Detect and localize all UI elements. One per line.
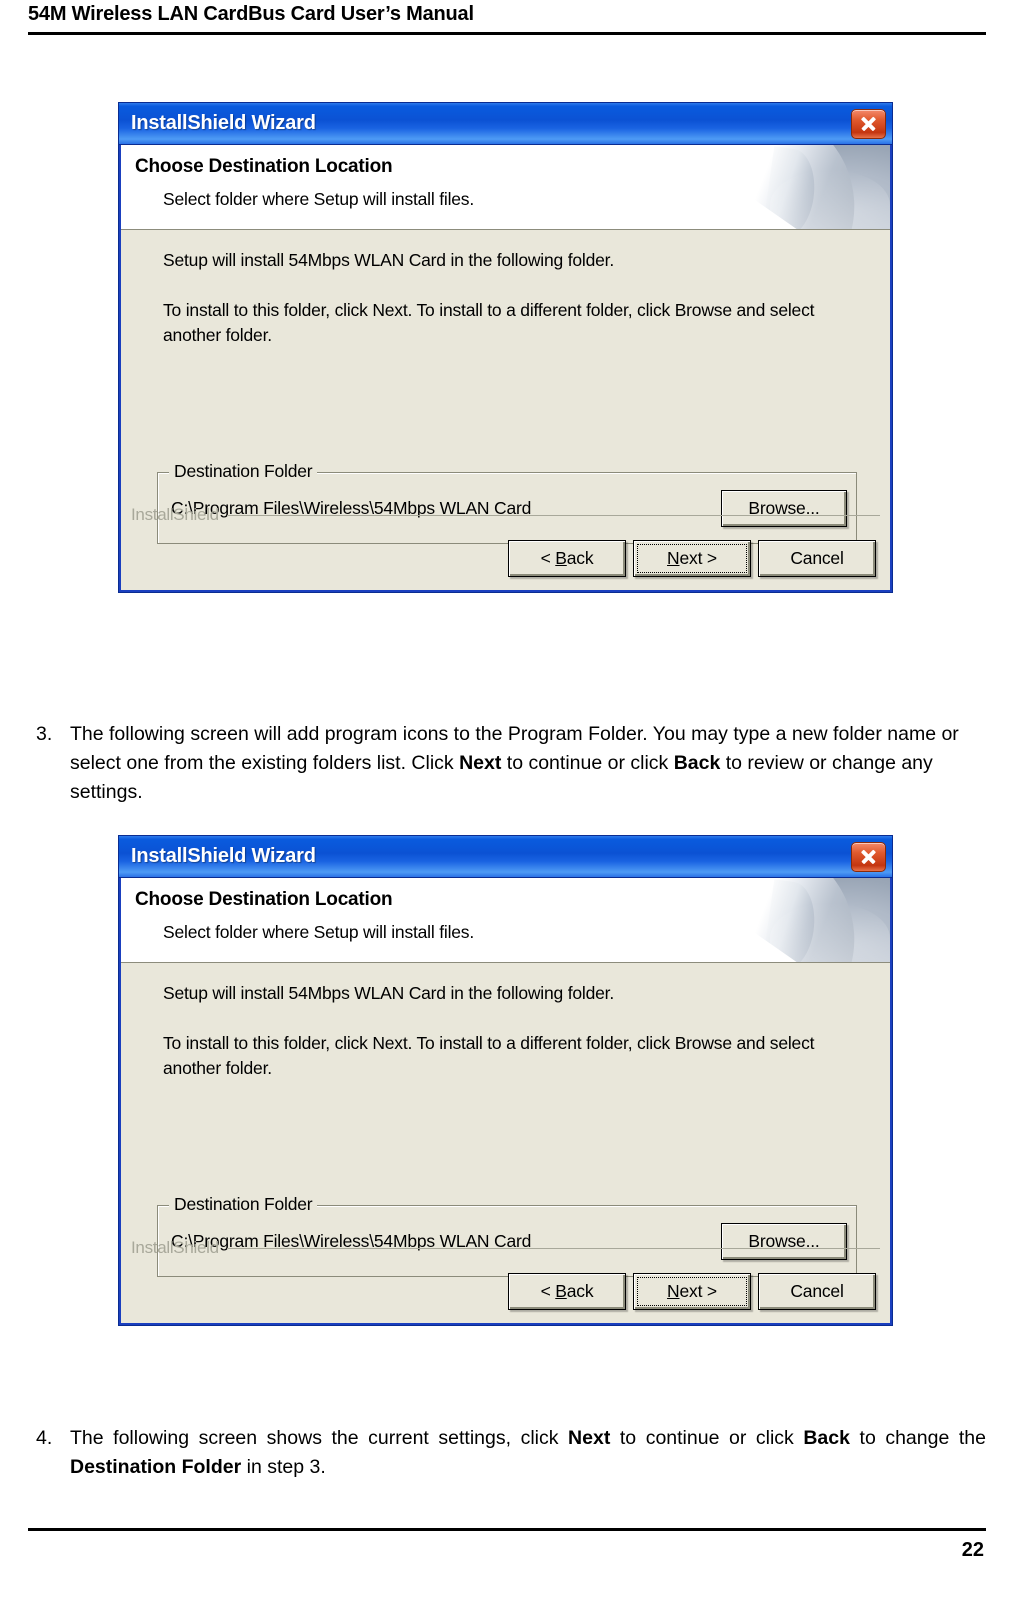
installshield-wizard-dialog-2[interactable]: InstallShield Wizard Choose Destination …	[118, 835, 893, 1326]
step-4-number: 4.	[36, 1427, 53, 1449]
body-paragraph-2: To install to this folder, click Next. T…	[163, 300, 815, 345]
banner-subheading: Select folder where Setup will install f…	[163, 922, 475, 942]
step-3-number: 3.	[36, 723, 53, 745]
next-button[interactable]: Next >	[633, 540, 751, 577]
installshield-brand: InstallShield	[131, 505, 880, 524]
dialog-button-row: < Back Next > Cancel	[501, 1273, 876, 1310]
brand-divider	[226, 514, 880, 516]
installshield-brand-text: InstallShield	[131, 1238, 219, 1257]
dialog-button-row: < Back Next > Cancel	[501, 540, 876, 577]
banner-heading: Choose Destination Location	[135, 889, 393, 910]
close-icon[interactable]	[851, 841, 886, 872]
curled-paper-graphic	[732, 878, 890, 962]
body-paragraph-1: Setup will install 54Mbps WLAN Card in t…	[163, 983, 614, 1003]
dialog-body: Setup will install 54Mbps WLAN Card in t…	[121, 230, 890, 590]
step-3-paragraph: 3. The following screen will add program…	[36, 720, 986, 807]
brand-divider	[226, 1247, 880, 1249]
body-paragraph-1: Setup will install 54Mbps WLAN Card in t…	[163, 250, 614, 270]
dialog-title: InstallShield Wizard	[131, 112, 316, 134]
header-divider	[28, 32, 986, 35]
dialog-titlebar[interactable]: InstallShield Wizard	[119, 103, 892, 145]
installshield-brand: InstallShield	[131, 1238, 880, 1257]
destination-folder-label: Destination Folder	[169, 461, 318, 482]
page-footer: 22	[28, 1528, 986, 1562]
page-title: 54M Wireless LAN CardBus Card User’s Man…	[28, 3, 474, 25]
footer-divider	[28, 1528, 986, 1531]
curled-paper-graphic	[732, 145, 890, 229]
destination-folder-label: Destination Folder	[169, 1194, 318, 1215]
installshield-wizard-dialog[interactable]: InstallShield Wizard Choose Destination …	[118, 102, 893, 593]
banner-subheading: Select folder where Setup will install f…	[163, 189, 475, 209]
page-header: 54M Wireless LAN CardBus Card User’s Man…	[28, 2, 986, 35]
banner-heading: Choose Destination Location	[135, 156, 393, 177]
step-3-text: The following screen will add program ic…	[70, 723, 959, 803]
step-4-text: The following screen shows the current s…	[70, 1427, 986, 1478]
next-button[interactable]: Next >	[633, 1273, 751, 1310]
back-button[interactable]: < Back	[508, 1273, 626, 1310]
close-icon[interactable]	[851, 108, 886, 139]
dialog-banner: Choose Destination Location Select folde…	[121, 878, 890, 963]
body-paragraph-2: To install to this folder, click Next. T…	[163, 1033, 815, 1078]
dialog-banner: Choose Destination Location Select folde…	[121, 145, 890, 230]
installshield-brand-text: InstallShield	[131, 505, 219, 524]
cancel-button[interactable]: Cancel	[758, 1273, 876, 1310]
dialog-body: Setup will install 54Mbps WLAN Card in t…	[121, 963, 890, 1323]
page-number: 22	[961, 1539, 984, 1561]
cancel-button[interactable]: Cancel	[758, 540, 876, 577]
step-4-paragraph: 4. The following screen shows the curren…	[36, 1424, 986, 1482]
back-button[interactable]: < Back	[508, 540, 626, 577]
dialog-title: InstallShield Wizard	[131, 845, 316, 867]
dialog-titlebar[interactable]: InstallShield Wizard	[119, 836, 892, 878]
